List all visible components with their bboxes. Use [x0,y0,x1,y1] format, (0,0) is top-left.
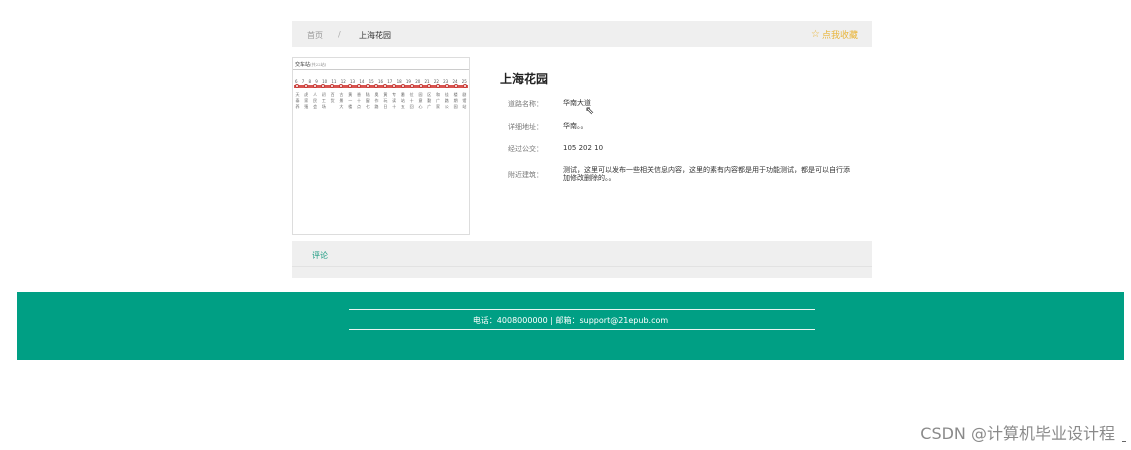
detail-label: 道路名称： [508,100,543,108]
route-stop-dot [303,84,308,88]
comment-divider [292,266,872,267]
route-stop-dot [462,84,467,88]
route-stop-name: 区勤广 [427,92,432,109]
route-stop-dot [409,84,414,88]
breadcrumb-current: 上海花园 [359,31,391,40]
route-stop-name: 番站五 [400,92,405,109]
breadcrumb-separator: / [338,30,341,39]
detail-label: 详细地址： [508,123,543,131]
breadcrumb: 首页 / 上海花园 ☆ 点我收藏 [292,21,872,47]
route-stop-name: 陆窗七 [365,92,370,109]
route-stop-name: 园意心 [418,92,423,109]
route-stop-name: 佳路公 [444,92,449,109]
route-map-title: 交车站(共22站) [295,62,327,68]
tab-comments[interactable]: 评论 [312,250,328,261]
route-stop-dot [295,84,299,88]
route-stop-dot [365,84,370,88]
route-stop-dots [295,84,467,88]
detail-label: 经过公交： [508,145,543,153]
detail-value: 华南大道 [563,99,591,107]
route-stop-dot [347,84,352,88]
footer-divider-top [349,309,815,310]
route-stop-name: 剧馆站 [462,92,467,109]
route-stop-dot [400,84,405,88]
breadcrumb-home-link[interactable]: 首页 [307,30,323,41]
route-stop-name: 人民会 [313,92,318,109]
route-stop-name: 和广家 [436,92,440,109]
detail-value: 华南。。 [563,122,588,130]
route-stop-name: 专读十 [392,92,397,109]
route-stop-name: 位十回 [409,92,414,109]
favorite-button[interactable]: ☆ 点我收藏 [811,28,858,41]
route-stop-name: 百货 [330,92,335,103]
route-stop-dot [436,84,441,88]
route-stop-dot [374,84,379,88]
route-map-divider [293,69,469,70]
detail-value: 105 202 10 [563,144,604,152]
route-stop-names: 天泰养 虎家殖 人民会 初工场 百货 古景大 黄一楼 香十点 陆窗七 奥作路 黄玩日 专读十 番站五 位十… [295,92,467,110]
route-stop-dot [339,84,344,88]
route-map-image: 交车站(共22站) 6 7 8 9 10 11 12 13 14 15 16 17 18 19 20 21 22… [292,57,470,235]
route-stop-dot [330,84,335,88]
footer: 电话：4008000000 | 邮箱：support@21epub.com [17,292,1124,360]
star-outline-icon: ☆ [811,28,820,40]
route-stop-dot [383,84,388,88]
detail-value: 测试，这里可以发布一些相关信息内容，这里的素有内容都是用于功能测试，都是可以自行… [563,166,850,182]
footer-contact: 电话：4008000000 | 邮箱：support@21epub.com [472,316,669,325]
route-stop-dot [445,84,450,88]
favorite-label: 点我收藏 [821,31,858,41]
route-stop-name: 天泰养 [295,92,300,109]
detail-label: 附近建筑： [508,171,543,179]
route-stop-name: 虎家殖 [304,92,309,109]
page-title: 上海花园 [500,72,549,86]
route-stop-name: 初工场 [321,92,326,109]
route-stop-name: 香十点 [356,92,361,109]
route-stop-name: 古景大 [339,92,344,109]
footer-divider-bottom [349,329,815,330]
route-stop-name: 黄玩日 [383,92,388,109]
route-stop-dot [356,84,361,88]
route-stop-name: 奥作路 [374,92,379,109]
mouse-cursor-icon: ⇖ [585,104,595,117]
route-stop-dot [312,84,317,88]
route-stop-name: 黄一楼 [348,92,353,109]
corner-mark [1122,440,1126,442]
route-stop-dot [418,84,423,88]
route-stop-dot [427,84,432,88]
comment-section: 评论 [292,241,872,278]
route-stop-dot [392,84,397,88]
route-stop-dot [453,84,458,88]
watermark: CSDN @计算机毕业设计程 [920,424,1115,443]
route-stop-dot [321,84,326,88]
route-stop-name: 楼期园 [453,92,458,109]
